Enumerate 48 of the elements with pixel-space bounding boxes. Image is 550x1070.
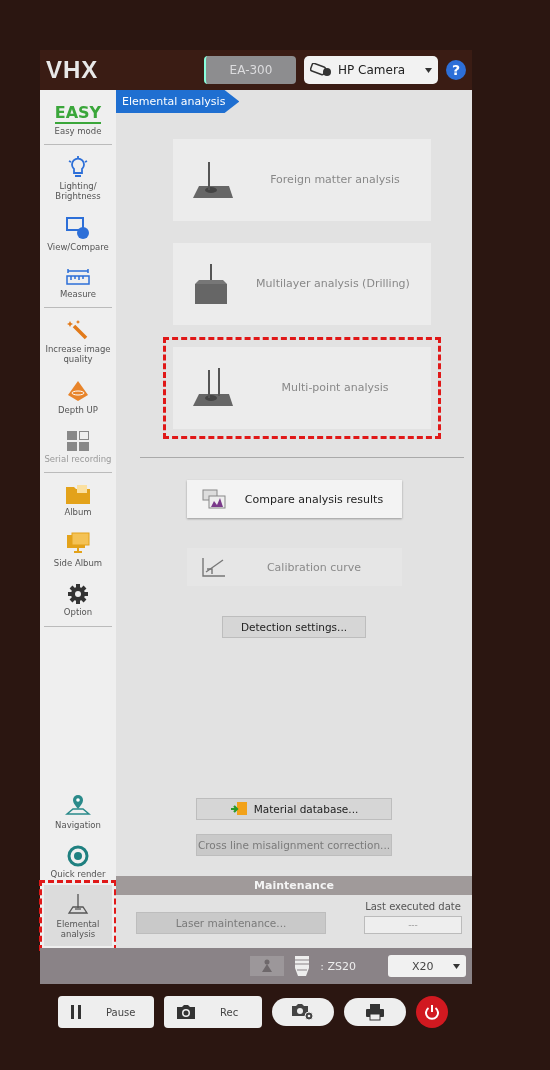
camera-settings-icon [291, 1003, 315, 1021]
sidebar-item[interactable]: Navigation [44, 785, 112, 837]
sidebar-item[interactable]: Increase image quality [44, 310, 112, 371]
rec-button[interactable]: Rec [164, 996, 262, 1028]
sidebar-item[interactable]: View/Compare [44, 207, 112, 259]
ruler-icon [65, 266, 91, 287]
sidebar-item[interactable]: Option [44, 575, 112, 624]
last-executed-date-field: --- [364, 916, 462, 934]
sidebar-item[interactable]: Quick render [44, 836, 112, 886]
printer-icon [365, 1003, 385, 1021]
help-button[interactable]: ? [446, 60, 466, 80]
sidebar-item[interactable]: Side Album [44, 524, 112, 575]
monitor-icon [65, 215, 91, 240]
map-pin-icon [65, 793, 91, 818]
camera-icon [310, 63, 332, 77]
folder-icon [65, 483, 91, 506]
database-import-icon [229, 802, 248, 816]
power-icon [424, 1004, 440, 1020]
sidebar-item[interactable]: Measure [44, 258, 112, 306]
vhx-logo: VHX [46, 56, 99, 84]
gear-icon [67, 583, 89, 605]
detection-settings-button[interactable]: Detection settings... [222, 616, 366, 638]
light-bulb-icon [66, 155, 90, 180]
easy-logo: EASY [54, 104, 102, 124]
sidebar-item[interactable]: Lighting/ Brightness [44, 147, 112, 208]
camera-select[interactable]: HP Camera [304, 56, 438, 84]
dropdown-caret-icon [425, 67, 432, 73]
pause-button[interactable]: Pause [58, 996, 154, 1028]
maintenance-header: Maintenance [116, 876, 472, 895]
lens-icon [294, 955, 311, 977]
camera-icon [176, 1004, 196, 1020]
pause-icon [70, 1005, 82, 1019]
spectrum-windows-icon [200, 488, 227, 510]
breadcrumb[interactable]: Elemental analysis [116, 90, 240, 113]
sidebar-item[interactable]: Depth UP [44, 370, 112, 422]
material-database-button[interactable]: Material database... [196, 798, 392, 820]
last-executed-date-label: Last executed date [365, 901, 461, 912]
power-button[interactable] [416, 996, 448, 1028]
sidebar-item[interactable]: Album [44, 475, 112, 525]
sidebar-item[interactable]: EASY Easy mode [44, 96, 112, 143]
lens-label: : ZS20 [320, 959, 356, 973]
camera-settings-button[interactable] [272, 998, 334, 1026]
print-button[interactable] [344, 998, 406, 1026]
line-graph-icon [200, 557, 227, 577]
action-button[interactable]: Compare analysis results [186, 480, 402, 518]
grid-icon [66, 429, 90, 452]
dropdown-caret-icon [453, 963, 460, 969]
zoom-select[interactable]: X20 [388, 955, 466, 977]
